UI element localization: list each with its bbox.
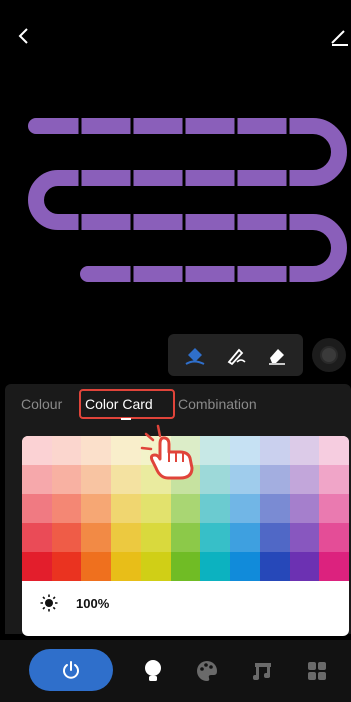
color-swatch[interactable]	[111, 436, 141, 465]
color-swatch[interactable]	[22, 436, 52, 465]
color-swatch[interactable]	[319, 523, 349, 552]
color-swatch[interactable]	[259, 465, 290, 494]
palette-icon[interactable]	[194, 658, 220, 684]
eraser-icon[interactable]	[262, 340, 292, 370]
led-strip-drawing	[28, 116, 347, 284]
power-icon	[63, 661, 79, 679]
color-swatch[interactable]	[200, 523, 231, 552]
tab-combination[interactable]: Combination	[178, 396, 257, 412]
pen-icon[interactable]	[221, 340, 251, 370]
color-swatch[interactable]	[200, 552, 231, 581]
tab-colour[interactable]: Colour	[21, 396, 62, 412]
mic-icon[interactable]	[312, 338, 346, 372]
color-swatch[interactable]	[230, 465, 260, 494]
color-swatch[interactable]	[289, 494, 320, 523]
color-swatch[interactable]	[81, 523, 112, 552]
color-swatch[interactable]	[140, 523, 171, 552]
hand-pointer-icon	[140, 422, 202, 480]
led-strip-path	[28, 118, 347, 282]
color-swatch[interactable]	[140, 552, 171, 581]
strip-segment-dividers	[78, 116, 290, 284]
color-swatch[interactable]	[259, 494, 290, 523]
color-swatch[interactable]	[319, 494, 349, 523]
color-swatch[interactable]	[111, 465, 141, 494]
color-swatch[interactable]	[319, 552, 349, 581]
color-swatch[interactable]	[170, 494, 201, 523]
drawing-toolbar	[168, 334, 303, 376]
color-swatch[interactable]	[200, 436, 231, 465]
brightness-value: 100%	[76, 595, 110, 611]
color-swatch[interactable]	[81, 494, 112, 523]
color-swatch[interactable]	[51, 436, 82, 465]
active-tab-indicator	[121, 418, 131, 420]
top-bar	[0, 0, 351, 60]
music-icon[interactable]	[250, 658, 276, 684]
color-swatch[interactable]	[81, 436, 112, 465]
color-swatch[interactable]	[319, 436, 349, 465]
grid-icon[interactable]	[304, 658, 330, 684]
color-swatch[interactable]	[200, 494, 231, 523]
color-swatch[interactable]	[230, 436, 260, 465]
color-swatch[interactable]	[259, 552, 290, 581]
mic-indicator	[320, 346, 338, 364]
color-swatch[interactable]	[170, 523, 201, 552]
led-strip-canvas[interactable]	[0, 100, 351, 300]
color-swatch[interactable]	[111, 552, 141, 581]
color-swatch[interactable]	[230, 552, 260, 581]
color-swatch[interactable]	[259, 436, 290, 465]
color-swatch[interactable]	[51, 523, 82, 552]
color-swatch[interactable]	[111, 523, 141, 552]
color-swatch[interactable]	[200, 465, 231, 494]
sun-icon	[40, 594, 58, 612]
color-swatch[interactable]	[111, 494, 141, 523]
color-swatch[interactable]	[289, 523, 320, 552]
bottom-nav	[0, 640, 351, 702]
chevron-left-icon[interactable]	[14, 26, 34, 46]
color-swatch[interactable]	[22, 465, 52, 494]
color-swatch[interactable]	[81, 552, 112, 581]
color-swatch[interactable]	[289, 436, 320, 465]
paint-bucket-icon[interactable]	[180, 340, 210, 370]
pencil-icon[interactable]	[329, 26, 349, 46]
color-swatch[interactable]	[81, 465, 112, 494]
color-swatch[interactable]	[22, 494, 52, 523]
color-swatch[interactable]	[22, 523, 52, 552]
color-swatch[interactable]	[170, 552, 201, 581]
color-swatch[interactable]	[51, 465, 82, 494]
color-swatch[interactable]	[230, 523, 260, 552]
color-swatch[interactable]	[319, 465, 349, 494]
color-swatch[interactable]	[22, 552, 52, 581]
color-swatch[interactable]	[289, 465, 320, 494]
color-swatch[interactable]	[140, 494, 171, 523]
color-swatch[interactable]	[51, 552, 82, 581]
color-swatch[interactable]	[289, 552, 320, 581]
bulb-icon[interactable]	[140, 658, 166, 684]
brightness-control[interactable]: 100%	[22, 583, 349, 623]
power-button[interactable]	[29, 649, 113, 691]
color-swatch[interactable]	[259, 523, 290, 552]
color-swatch[interactable]	[51, 494, 82, 523]
color-swatch[interactable]	[230, 494, 260, 523]
tab-highlight-box	[79, 389, 175, 419]
